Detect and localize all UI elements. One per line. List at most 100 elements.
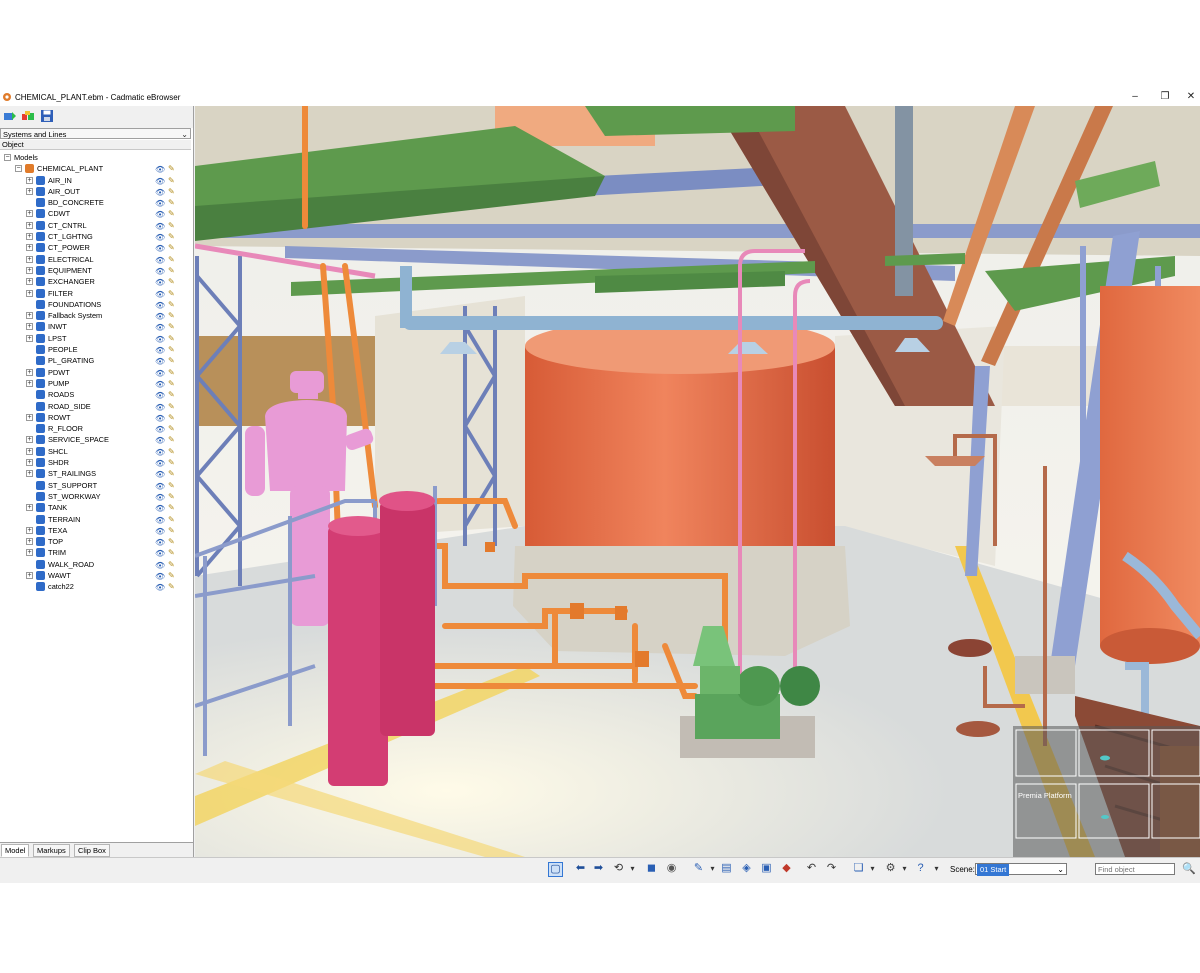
expand-icon[interactable]: +	[26, 379, 33, 387]
expand-icon[interactable]: +	[26, 176, 33, 184]
3d-viewport[interactable]: Premia Platform	[195, 106, 1200, 857]
expand-icon[interactable]: +	[26, 187, 33, 195]
tree-item[interactable]: PL_GRATING 👁 ✎	[0, 355, 191, 366]
expand-icon[interactable]: +	[26, 334, 33, 342]
tree-item[interactable]: + PDWT 👁 ✎	[0, 367, 191, 378]
tree-item[interactable]: ROADS 👁 ✎	[0, 389, 191, 400]
tree-item[interactable]: + TRIM 👁 ✎	[0, 547, 191, 558]
expand-icon[interactable]: +	[26, 312, 33, 320]
expand-icon[interactable]: +	[26, 244, 33, 252]
markup-icon[interactable]: ▤	[720, 862, 733, 875]
expand-icon[interactable]: +	[26, 323, 33, 331]
open-model-icon[interactable]	[3, 109, 17, 123]
expand-icon[interactable]: +	[26, 459, 33, 467]
tree-item[interactable]: + CT_POWER 👁 ✎	[0, 242, 191, 253]
lock-toggle-icon[interactable]: ✎	[168, 208, 175, 219]
tree-item[interactable]: + CT_CNTRL 👁 ✎	[0, 220, 191, 231]
history-icon[interactable]: ⟲	[612, 862, 625, 875]
expand-icon[interactable]: +	[26, 255, 33, 263]
lock-toggle-icon[interactable]: ✎	[168, 321, 175, 332]
tree-item[interactable]: FOUNDATIONS 👁 ✎	[0, 299, 191, 310]
tree-item[interactable]: + ROWT 👁 ✎	[0, 412, 191, 423]
walk-icon[interactable]: ◈	[740, 862, 753, 875]
lock-toggle-icon[interactable]: ✎	[168, 570, 175, 581]
settings-dropdown-icon[interactable]: ▾	[898, 862, 911, 875]
tree-item[interactable]: + EXCHANGER 👁 ✎	[0, 276, 191, 287]
lock-toggle-icon[interactable]: ✎	[168, 525, 175, 536]
lock-toggle-icon[interactable]: ✎	[168, 389, 175, 400]
lock-toggle-icon[interactable]: ✎	[168, 333, 175, 344]
lock-toggle-icon[interactable]: ✎	[168, 581, 175, 592]
lock-toggle-icon[interactable]: ✎	[168, 310, 175, 321]
tree-item[interactable]: + SERVICE_SPACE 👁 ✎	[0, 434, 191, 445]
tree-item[interactable]: + ELECTRICAL 👁 ✎	[0, 254, 191, 265]
tab-markups[interactable]: Markups	[33, 844, 70, 857]
lock-toggle-icon[interactable]: ✎	[168, 412, 175, 423]
tree-item[interactable]: + EQUIPMENT 👁 ✎	[0, 265, 191, 276]
object-column-header[interactable]: Object	[0, 140, 191, 150]
expand-icon[interactable]: +	[26, 221, 33, 229]
lock-toggle-icon[interactable]: ✎	[168, 288, 175, 299]
expand-icon[interactable]: +	[26, 289, 33, 297]
restore-button[interactable]: ❐	[1158, 91, 1172, 103]
clip-box-icon[interactable]: ◆	[780, 862, 793, 875]
redo-icon[interactable]: ↷	[825, 862, 838, 875]
measure-dropdown-icon[interactable]: ▾	[706, 862, 719, 875]
lock-toggle-icon[interactable]: ✎	[168, 446, 175, 457]
lock-toggle-icon[interactable]: ✎	[168, 242, 175, 253]
expand-icon[interactable]: +	[26, 368, 33, 376]
tab-model[interactable]: Model	[1, 844, 30, 857]
expand-icon[interactable]: +	[26, 504, 33, 512]
lock-toggle-icon[interactable]: ✎	[168, 536, 175, 547]
minimap-overlay[interactable]: Premia Platform	[1013, 726, 1200, 857]
tree-item[interactable]: PEOPLE 👁 ✎	[0, 344, 191, 355]
lock-toggle-icon[interactable]: ✎	[168, 355, 175, 366]
lock-toggle-icon[interactable]: ✎	[168, 265, 175, 276]
lock-toggle-icon[interactable]: ✎	[168, 480, 175, 491]
expand-icon[interactable]: +	[26, 538, 33, 546]
lock-toggle-icon[interactable]: ✎	[168, 231, 175, 242]
lock-toggle-icon[interactable]: ✎	[168, 434, 175, 445]
lock-toggle-icon[interactable]: ✎	[168, 491, 175, 502]
models-icon[interactable]	[21, 109, 35, 123]
expand-icon[interactable]: +	[26, 549, 33, 557]
lock-toggle-icon[interactable]: ✎	[168, 163, 175, 174]
lock-toggle-icon[interactable]: ✎	[168, 378, 175, 389]
tree-item[interactable]: − CHEMICAL_PLANT 👁 ✎	[0, 163, 191, 174]
expand-icon[interactable]: +	[26, 266, 33, 274]
scene-dropdown[interactable]: 01 Start ⌄	[975, 863, 1067, 876]
measure-icon[interactable]: ✎	[692, 862, 705, 875]
lock-toggle-icon[interactable]: ✎	[168, 401, 175, 412]
tree-item[interactable]: + WAWT 👁 ✎	[0, 570, 191, 581]
gear-icon[interactable]: ⚙	[884, 862, 897, 875]
tree-item[interactable]: BD_CONCRETE 👁 ✎	[0, 197, 191, 208]
collapse-icon[interactable]: −	[15, 165, 22, 173]
tree-item[interactable]: + ST_RAILINGS 👁 ✎	[0, 468, 191, 479]
collapse-icon[interactable]: −	[4, 154, 11, 161]
expand-icon[interactable]: +	[26, 436, 33, 444]
lock-toggle-icon[interactable]: ✎	[168, 220, 175, 231]
tree-item[interactable]: + CT_LGHTNG 👁 ✎	[0, 231, 191, 242]
lock-toggle-icon[interactable]: ✎	[168, 186, 175, 197]
lock-toggle-icon[interactable]: ✎	[168, 254, 175, 265]
expand-icon[interactable]: +	[26, 447, 33, 455]
lock-toggle-icon[interactable]: ✎	[168, 457, 175, 468]
lock-toggle-icon[interactable]: ✎	[168, 423, 175, 434]
tree-item[interactable]: − Models	[0, 152, 191, 163]
help-dropdown-icon[interactable]: ▾	[930, 862, 943, 875]
tree-item[interactable]: + AIR_IN 👁 ✎	[0, 175, 191, 186]
tree-item[interactable]: + TEXA 👁 ✎	[0, 525, 191, 536]
undo-icon[interactable]: ↶	[805, 862, 818, 875]
expand-icon[interactable]: +	[26, 233, 33, 241]
expand-icon[interactable]: +	[26, 278, 33, 286]
expand-icon[interactable]: +	[26, 413, 33, 421]
lock-toggle-icon[interactable]: ✎	[168, 514, 175, 525]
expand-icon[interactable]: +	[26, 526, 33, 534]
layers-dropdown-icon[interactable]: ▾	[866, 862, 879, 875]
tree-item[interactable]: + LPST 👁 ✎	[0, 333, 191, 344]
save-icon[interactable]	[40, 109, 54, 123]
tree-item[interactable]: + SHDR 👁 ✎	[0, 457, 191, 468]
tree-item[interactable]: + Fallback System 👁 ✎	[0, 310, 191, 321]
lock-toggle-icon[interactable]: ✎	[168, 175, 175, 186]
tree-item[interactable]: catch22 👁 ✎	[0, 581, 191, 592]
